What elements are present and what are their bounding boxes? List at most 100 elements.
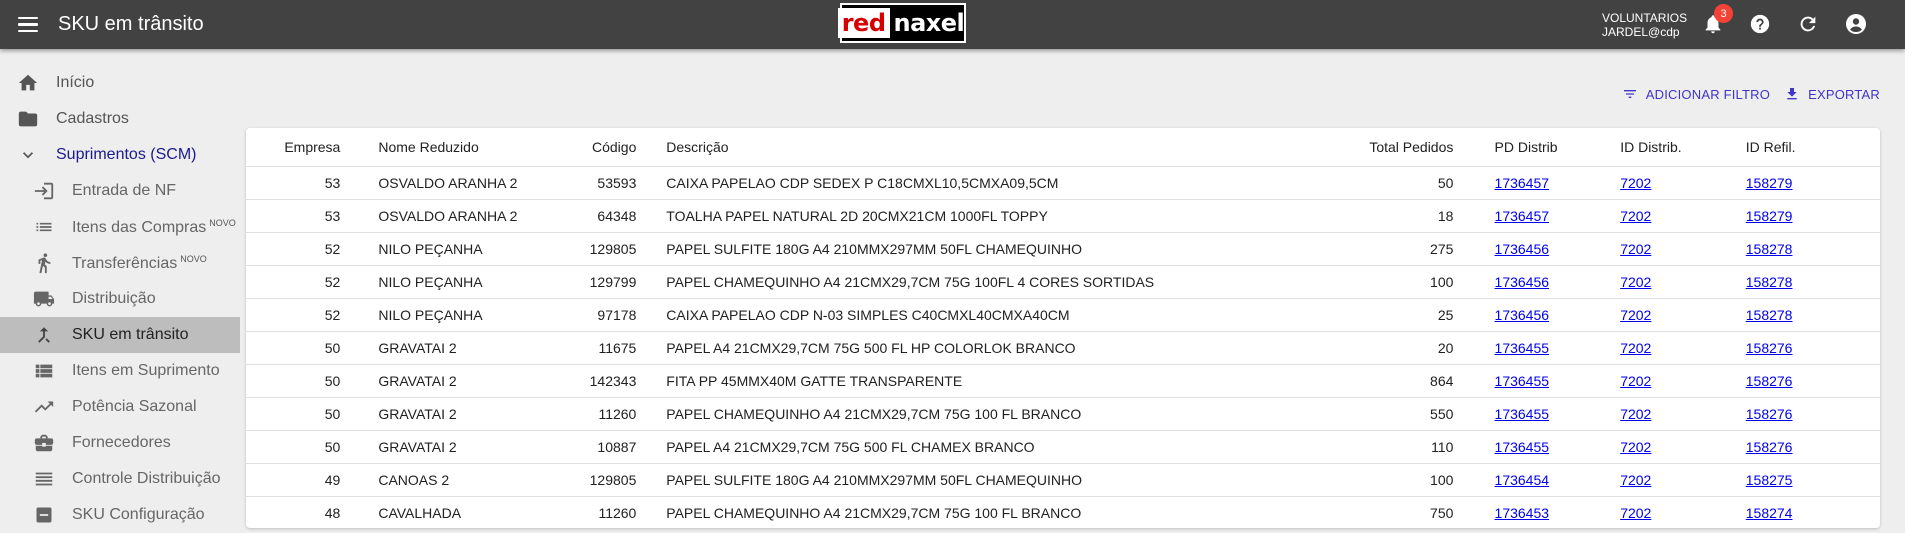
table-row[interactable]: 52 NILO PEÇANHA 129799 PAPEL CHAMEQUINHO A4… — [246, 265, 1880, 299]
sidebar-item-distribuicao[interactable]: Distribuição — [0, 281, 240, 317]
cell-descricao: PAPEL SULFITE 180G A4 210MMX297MM 50FL C… — [666, 463, 1175, 497]
table-row[interactable]: 50 GRAVATAI 2 10887 PAPEL A4 21CMX29,7CM 75… — [246, 430, 1880, 464]
sidebar-item-sku-configuracao[interactable]: SKU Configuração — [0, 497, 240, 533]
sidebar-item-itens-compras[interactable]: Itens das Compras NOVO — [0, 209, 240, 245]
pd-distrib-link[interactable]: 1736455 — [1495, 373, 1550, 389]
truck-icon — [32, 287, 56, 311]
table-row[interactable]: 49 CANOAS 2 129805 PAPEL SULFITE 180G A4 21… — [246, 463, 1880, 497]
id-distrib-link[interactable]: 7202 — [1620, 340, 1651, 356]
pd-distrib-link[interactable]: 1736457 — [1495, 208, 1550, 224]
sidebar-item-entrada-nf[interactable]: Entrada de NF — [0, 173, 240, 209]
id-refil-link[interactable]: 158279 — [1746, 208, 1793, 224]
id-distrib-link[interactable]: 7202 — [1620, 241, 1651, 257]
sidebar-item-label: Transferências NOVO — [72, 253, 207, 272]
pd-distrib-link[interactable]: 1736456 — [1495, 274, 1550, 290]
sidebar-item-fornecedores[interactable]: Fornecedores — [0, 425, 240, 461]
sidebar-item-itens-suprimento[interactable]: Itens em Suprimento — [0, 353, 240, 389]
id-refil-link[interactable]: 158276 — [1746, 406, 1793, 422]
pd-distrib-link[interactable]: 1736455 — [1495, 340, 1550, 356]
table-row[interactable]: 52 NILO PEÇANHA 97178 CAIXA PAPELAO CDP N-0… — [246, 298, 1880, 332]
table-row[interactable]: 53 OSVALDO ARANHA 2 64348 TOALHA PAPEL NATU… — [246, 199, 1880, 233]
cell-pd-distrib: 1736455 — [1494, 397, 1621, 431]
id-refil-link[interactable]: 158276 — [1746, 439, 1793, 455]
sidebar-item-transferencias[interactable]: Transferências NOVO — [0, 245, 240, 281]
company-logo[interactable]: red naxel — [837, 3, 966, 43]
cell-total-pedidos: 50 — [1174, 166, 1454, 200]
sidebar-item-label: Distribuição — [72, 290, 156, 307]
id-distrib-link[interactable]: 7202 — [1620, 472, 1651, 488]
sidebar-item-inicio[interactable]: Início — [0, 65, 240, 101]
id-refil-link[interactable]: 158278 — [1746, 274, 1793, 290]
column-header-empresa[interactable]: Empresa — [246, 128, 341, 167]
cell-empresa: 48 — [246, 496, 341, 528]
cell-id-refil: 158278 — [1745, 232, 1880, 266]
user-info[interactable]: VOLUNTARIOS JARDEL@cdp — [1602, 11, 1687, 39]
pd-distrib-link[interactable]: 1736456 — [1495, 307, 1550, 323]
id-distrib-link[interactable]: 7202 — [1620, 406, 1651, 422]
pd-distrib-link[interactable]: 1736456 — [1495, 241, 1550, 257]
id-refil-link[interactable]: 158279 — [1746, 175, 1793, 191]
sidebar-item-cadastros[interactable]: Cadastros — [0, 101, 240, 137]
table-row[interactable]: 50 GRAVATAI 2 11675 PAPEL A4 21CMX29,7CM 75… — [246, 331, 1880, 365]
notifications-icon[interactable]: 3 — [1701, 4, 1733, 36]
table-row[interactable]: 48 CAVALHADA 11260 PAPEL CHAMEQUINHO A4 21C… — [246, 496, 1880, 528]
cell-id-distrib: 7202 — [1620, 265, 1746, 299]
pd-distrib-link[interactable]: 1736455 — [1495, 439, 1550, 455]
cell-id-distrib: 7202 — [1620, 463, 1746, 497]
id-refil-link[interactable]: 158276 — [1746, 340, 1793, 356]
add-filter-button[interactable]: ADICIONAR FILTRO — [1622, 86, 1770, 102]
sidebar-item-sku-transito[interactable]: SKU em trânsito — [0, 317, 240, 353]
account-icon[interactable] — [1844, 12, 1868, 36]
id-distrib-link[interactable]: 7202 — [1620, 307, 1651, 323]
column-header-codigo[interactable]: Código — [517, 128, 637, 167]
cell-codigo: 53593 — [517, 166, 637, 200]
table-row[interactable]: 52 NILO PEÇANHA 129805 PAPEL SULFITE 180G A… — [246, 232, 1880, 266]
table-row[interactable]: 50 GRAVATAI 2 142343 FITA PP 45MMX40M GATTE… — [246, 364, 1880, 398]
pd-distrib-link[interactable]: 1736455 — [1495, 406, 1550, 422]
cell-pd-distrib: 1736457 — [1494, 166, 1621, 200]
table-row[interactable]: 50 GRAVATAI 2 11260 PAPEL CHAMEQUINHO A4 21… — [246, 397, 1880, 431]
sidebar-item-potencia-sazonal[interactable]: Potência Sazonal — [0, 389, 240, 425]
export-button[interactable]: EXPORTAR — [1784, 86, 1880, 102]
pd-distrib-link[interactable]: 1736453 — [1495, 505, 1550, 521]
id-distrib-link[interactable]: 7202 — [1620, 439, 1651, 455]
id-refil-link[interactable]: 158274 — [1746, 505, 1793, 521]
column-header-descricao[interactable]: Descrição — [666, 128, 1175, 167]
add-filter-label: ADICIONAR FILTRO — [1645, 86, 1771, 102]
id-refil-link[interactable]: 158275 — [1746, 472, 1793, 488]
cell-descricao: FITA PP 45MMX40M GATTE TRANSPARENTE — [666, 364, 1175, 398]
sidebar-item-controle-distribuicao[interactable]: Controle Distribuição — [0, 461, 240, 497]
user-login: JARDEL@cdp — [1602, 25, 1680, 39]
column-header-nome-reduzido[interactable]: Nome Reduzido — [340, 128, 518, 167]
id-distrib-link[interactable]: 7202 — [1620, 208, 1651, 224]
column-header-id-refil[interactable]: ID Refil. — [1745, 128, 1880, 167]
id-distrib-link[interactable]: 7202 — [1620, 505, 1651, 521]
table-row[interactable]: 53 OSVALDO ARANHA 2 53593 CAIXA PAPELAO CDP… — [246, 166, 1880, 200]
logo-text-white: naxel — [893, 9, 965, 37]
sidebar-group-suprimentos[interactable]: Suprimentos (SCM) — [0, 137, 240, 173]
id-refil-link[interactable]: 158276 — [1746, 373, 1793, 389]
table-header-row: Empresa Nome Reduzido Código Descrição T… — [246, 128, 1880, 167]
id-distrib-link[interactable]: 7202 — [1620, 175, 1651, 191]
cell-nome-reduzido: OSVALDO ARANHA 2 — [340, 166, 518, 200]
cell-empresa: 53 — [246, 199, 341, 233]
pd-distrib-link[interactable]: 1736457 — [1495, 175, 1550, 191]
id-distrib-link[interactable]: 7202 — [1620, 373, 1651, 389]
sidebar-item-label: SKU em trânsito — [72, 326, 189, 343]
menu-icon[interactable] — [18, 12, 44, 38]
column-header-id-distrib[interactable]: ID Distrib. — [1620, 128, 1746, 167]
cell-id-refil: 158276 — [1745, 430, 1880, 464]
cell-descricao: PAPEL SULFITE 180G A4 210MMX297MM 50FL C… — [666, 232, 1175, 266]
column-header-pd-distrib[interactable]: PD Distrib — [1494, 128, 1621, 167]
help-icon[interactable] — [1748, 12, 1772, 36]
cell-id-refil: 158276 — [1745, 397, 1880, 431]
cell-nome-reduzido: GRAVATAI 2 — [340, 430, 518, 464]
column-header-total-pedidos[interactable]: Total Pedidos — [1174, 128, 1454, 167]
user-group: VOLUNTARIOS — [1602, 11, 1688, 25]
id-refil-link[interactable]: 158278 — [1746, 241, 1793, 257]
id-refil-link[interactable]: 158278 — [1746, 307, 1793, 323]
id-distrib-link[interactable]: 7202 — [1620, 274, 1651, 290]
refresh-icon[interactable] — [1796, 12, 1820, 36]
cell-total-pedidos: 100 — [1174, 265, 1454, 299]
pd-distrib-link[interactable]: 1736454 — [1495, 472, 1550, 488]
